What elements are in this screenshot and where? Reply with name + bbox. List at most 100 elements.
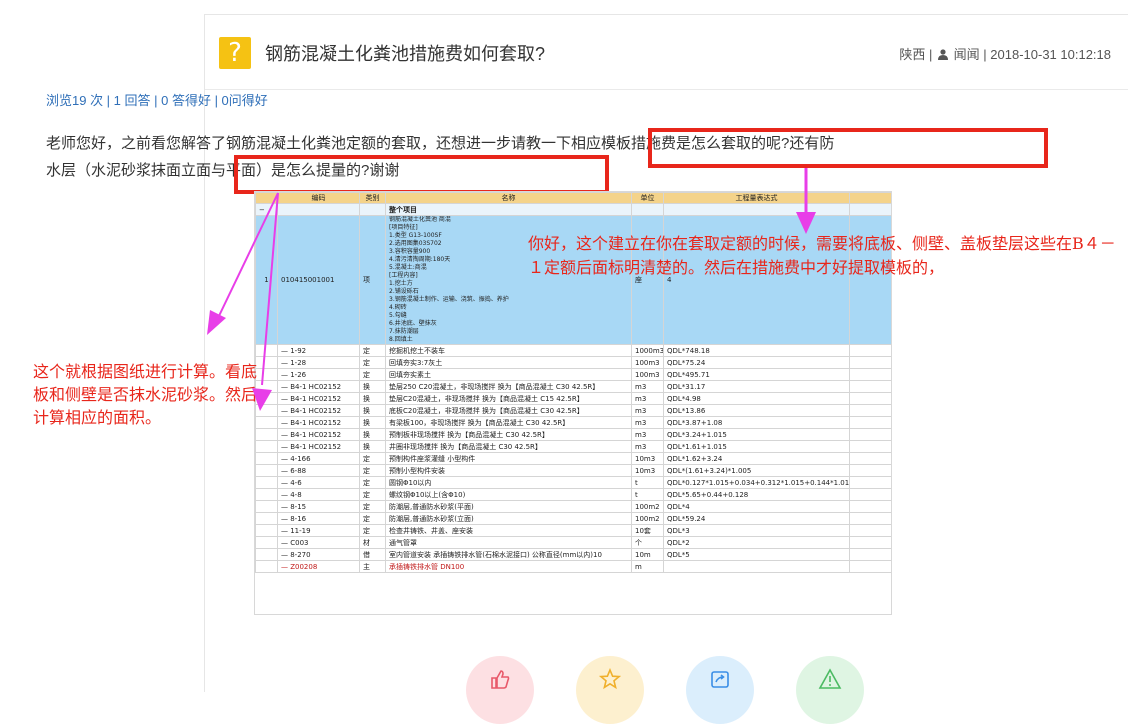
row-unit: m3 — [631, 428, 664, 441]
table-row[interactable]: — 8-270 借室内管道安装 承插铸铁排水管(石棉水泥接口) 公称直径(mm以内… — [255, 548, 891, 561]
user-icon — [938, 49, 949, 60]
row-unit: t — [631, 476, 664, 489]
table-row[interactable]: — Z00208 主承插铸铁排水管 DN100 m — [255, 560, 891, 573]
row-name: 螺纹钢Φ10以上(含Φ10) — [385, 488, 632, 501]
row-code: — 4-6 — [277, 476, 360, 489]
report-button[interactable] — [796, 656, 864, 724]
row-name: 防潮层,普通防水砂浆(平面) — [385, 500, 632, 513]
row-name: 回填夯实3:7灰土 — [385, 356, 632, 369]
row-expr: QDL*1.62+3.24 — [663, 452, 850, 465]
table-row[interactable]: — B4-1 HC02152 换井圈非现场搅拌 换为【商品混凝土 C30 42.5… — [255, 440, 891, 453]
share-button[interactable] — [686, 656, 754, 724]
table-row[interactable]: — 6-88 定预制小型构件安装 10m3 QDL*(1.61+3.24)*1.005 — [255, 464, 891, 477]
row-type: 换 — [359, 404, 386, 417]
row-code: — Z00208 — [277, 560, 360, 573]
favorite-button[interactable] — [576, 656, 644, 724]
row-index — [255, 452, 278, 465]
row-name: 垫层C20混凝土，非现场搅拌 换为【商品混凝土 C15 42.5R】 — [385, 392, 632, 405]
main-desc-line: 3.钢筋混凝土制作、运输、浇筑、振捣、养护 — [389, 296, 509, 303]
row-type: 定 — [359, 512, 386, 525]
table-row[interactable]: — B4-1 HC02152 换垫层C20混凝土，非现场搅拌 换为【商品混凝土 C… — [255, 392, 891, 405]
col-header-expr: 工程量表达式 — [663, 192, 850, 204]
table-row[interactable]: — 1-92 定挖掘机挖土不装车 1000m3 QDL*748.18 — [255, 344, 891, 357]
table-row[interactable]: — 4-8 定螺纹钢Φ10以上(含Φ10) t QDL*5.65+0.44+0.128 — [255, 488, 891, 501]
question-header: ? 钢筋混凝土化粪池措施费如何套取? 陕西 | 闻闻 | 2018-10-31 … — [205, 15, 1128, 90]
main-desc-line: 5.勾缝 — [389, 312, 407, 319]
row-code: — B4-1 HC02152 — [277, 440, 360, 453]
row-type: 定 — [359, 464, 386, 477]
row-expr: QDL*3.87+1.08 — [663, 416, 850, 429]
row-name: 检查井铸铁、井盖、座安装 — [385, 524, 632, 537]
table-row-project[interactable]: − 整个项目 — [255, 203, 891, 216]
row-extra — [849, 356, 891, 369]
like-button[interactable] — [466, 656, 534, 724]
row-type: 换 — [359, 440, 386, 453]
row-type: 换 — [359, 428, 386, 441]
row-type: 定 — [359, 344, 386, 357]
table-row[interactable]: — 4-166 定预制构件座浆灌缝 小型构件 10m3 QDL*1.62+3.24 — [255, 452, 891, 465]
region-label[interactable]: 陕西 — [899, 47, 925, 62]
row-extra — [849, 380, 891, 393]
row-index — [255, 344, 278, 357]
row-extra — [849, 476, 891, 489]
row-expr: QDL*31.17 — [663, 380, 850, 393]
row-code: — B4-1 HC02152 — [277, 416, 360, 429]
row-expr: QDL*75.24 — [663, 356, 850, 369]
row-unit: m3 — [631, 380, 664, 393]
table-row[interactable]: — B4-1 HC02152 换有梁板100，非现场搅拌 换为【商品混凝土 C30… — [255, 416, 891, 429]
row-type: 换 — [359, 392, 386, 405]
body-text-1: 老师您好，之前看您解答了钢筋混凝土化粪池定额的套取， — [46, 135, 437, 152]
table-row[interactable]: — 8-15 定防潮层,普通防水砂浆(平面) 100m2 QDL*4 — [255, 500, 891, 513]
project-name: 整个项目 — [385, 203, 632, 216]
row-code: — C003 — [277, 536, 360, 549]
action-bar — [466, 656, 866, 724]
row-code: — 1-28 — [277, 356, 360, 369]
main-desc-line: [项目特征] — [389, 224, 418, 231]
row-expr: QDL*13.86 — [663, 404, 850, 417]
question-meta: 陕西 | 闻闻 | 2018-10-31 10:12:18 — [899, 47, 1111, 62]
row-expr: QDL*748.18 — [663, 344, 850, 357]
share-icon — [711, 671, 729, 688]
question-title: 钢筋混凝土化粪池措施费如何套取? — [265, 44, 546, 64]
row-unit: 100m2 — [631, 500, 664, 513]
row-index — [255, 548, 278, 561]
row-type: 定 — [359, 524, 386, 537]
table-row[interactable]: — 1-26 定回填夯实素土 100m3 QDL*495.71 — [255, 368, 891, 381]
row-code: — 8-270 — [277, 548, 360, 561]
row-type: 定 — [359, 356, 386, 369]
row-extra — [849, 368, 891, 381]
table-row[interactable]: — 4-6 定圆钢Φ10以内 t QDL*0.127*1.015+0.034+0.31… — [255, 476, 891, 489]
row-type: 定 — [359, 368, 386, 381]
row-code: — 8-15 — [277, 500, 360, 513]
row-extra — [849, 440, 891, 453]
row-type: 定 — [359, 476, 386, 489]
row-name: 底板C20混凝土，非现场搅拌 换为【商品混凝土 C30 42.5R】 — [385, 404, 632, 417]
row-type: 材 — [359, 536, 386, 549]
row-code: — 11-19 — [277, 524, 360, 537]
row-name: 垫层250 C20混凝土，非现场搅拌 换为【商品混凝土 C30 42.5R】 — [385, 380, 632, 393]
row-extra — [849, 416, 891, 429]
author-name[interactable]: 闻闻 — [954, 47, 980, 62]
question-mark-icon: ? — [219, 37, 251, 69]
star-icon — [598, 667, 622, 690]
row-extra — [849, 488, 891, 501]
table-row[interactable]: — B4-1 HC02152 换垫层250 C20混凝土，非现场搅拌 换为【商品混… — [255, 380, 891, 393]
table-row[interactable]: — 1-28 定回填夯实3:7灰土 100m3 QDL*75.24 — [255, 356, 891, 369]
table-row[interactable]: — B4-1 HC02152 换预制板非现场搅拌 换为【商品混凝土 C30 42.… — [255, 428, 891, 441]
row-index — [255, 500, 278, 513]
row-name: 预制小型构件安装 — [385, 464, 632, 477]
row-index — [255, 524, 278, 537]
table-row[interactable]: — 11-19 定检查井铸铁、井盖、座安装 10套 QDL*3 — [255, 524, 891, 537]
table-row[interactable]: — B4-1 HC02152 换底板C20混凝土，非现场搅拌 换为【商品混凝土 C… — [255, 404, 891, 417]
table-row[interactable]: — C003 材通气管罩个 QDL*2 — [255, 536, 891, 549]
row-expr: QDL*5.65+0.44+0.128 — [663, 488, 850, 501]
table-row[interactable]: — 8-16 定防潮层,普通防水砂浆(立面) 100m2 QDL*59.24 — [255, 512, 891, 525]
col-header-code: 编码 — [277, 192, 360, 204]
row-extra — [849, 536, 891, 549]
row-name: 通气管罩 — [385, 536, 632, 549]
row-type: 主 — [359, 560, 386, 573]
row-extra — [849, 524, 891, 537]
row-code: — B4-1 HC02152 — [277, 404, 360, 417]
row-expr: QDL*59.24 — [663, 512, 850, 525]
row-unit: 100m2 — [631, 512, 664, 525]
